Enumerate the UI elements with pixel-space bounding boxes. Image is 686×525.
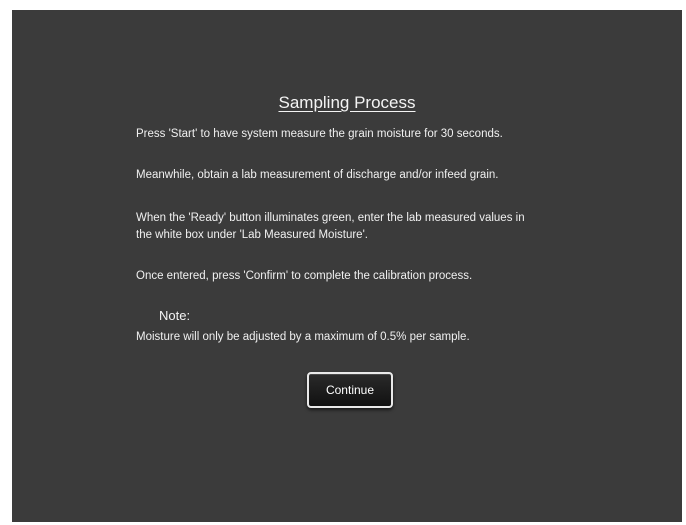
instruction-confirm: Once entered, press 'Confirm' to complet…	[136, 270, 473, 282]
instruction-lab-measurement: Meanwhile, obtain a lab measurement of d…	[136, 169, 499, 181]
instruction-ready: When the 'Ready' button illuminates gree…	[136, 212, 525, 241]
note-text: Moisture will only be adjusted by a maxi…	[136, 331, 470, 343]
page-title: Sampling Process	[278, 93, 416, 112]
instruction-start: Press 'Start' to have system measure the…	[136, 128, 503, 140]
sampling-process-screen: Sampling Process Press 'Start' to have s…	[12, 10, 682, 522]
continue-button[interactable]: Continue	[307, 372, 393, 408]
note-heading: Note:	[159, 308, 191, 323]
